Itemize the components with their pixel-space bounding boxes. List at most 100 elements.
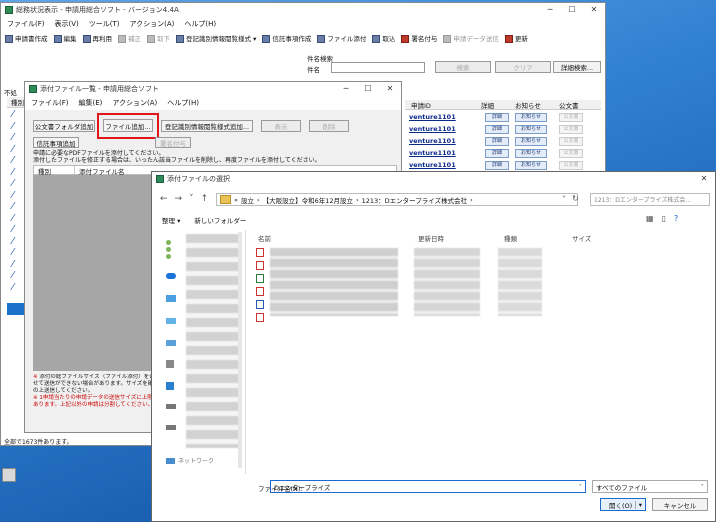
file-add-button[interactable]: ファイル追加... <box>103 119 153 132</box>
clear-button[interactable]: クリア <box>495 61 551 73</box>
toolbar-create-button[interactable]: 申請書作成 <box>5 33 48 43</box>
documents-icon <box>166 360 174 368</box>
doc-button[interactable]: 公文書 <box>559 125 583 134</box>
filetype-select[interactable]: すべてのファイル ˅ <box>592 480 708 493</box>
menu-action[interactable]: アクション(A) <box>130 19 175 29</box>
help-icon[interactable]: ? <box>674 214 678 223</box>
forward-arrow-icon[interactable]: → <box>175 194 183 204</box>
menu-help[interactable]: ヘルプ(H) <box>184 19 216 29</box>
table-row[interactable]: venture1101 詳細 お知らせ 公文書 <box>405 147 601 159</box>
path-segment-1[interactable]: 設立 <box>241 195 254 205</box>
detail-button[interactable]: 詳細 <box>485 149 509 158</box>
attach-menu-action[interactable]: アクション(A) <box>112 98 157 108</box>
toolbar-trust-button[interactable]: 信託事項作成 <box>262 33 311 43</box>
table-row[interactable]: venture1101 詳細 お知らせ 公文書 <box>405 135 601 147</box>
toolbar-edit-button[interactable]: 編集 <box>53 33 77 43</box>
path-segment-3[interactable]: 1213：Dエンタープライズ株式会社 <box>362 195 467 205</box>
detail-button[interactable]: 詳細 <box>485 113 509 122</box>
doc-button[interactable]: 公文書 <box>559 113 583 122</box>
column-modified[interactable]: 更新日時 <box>418 233 504 243</box>
subject-input[interactable] <box>331 62 425 73</box>
view-grid-icon[interactable]: ▦ <box>646 214 654 223</box>
app-id-link[interactable]: venture1101 <box>405 113 485 121</box>
search-box[interactable]: 1213：Dエンタープライズ株式会... <box>590 193 710 206</box>
refresh-icon[interactable]: ↻ <box>572 194 579 203</box>
sign-button[interactable]: 署名付与 <box>155 137 191 148</box>
file-dates-blurred <box>414 248 480 316</box>
path-segment-2[interactable]: 【大阪設立】令和6年12月設立 <box>263 195 353 205</box>
notice-button[interactable]: お知らせ <box>515 149 547 158</box>
trust-add-button[interactable]: 信託事項追加 <box>33 137 79 148</box>
add-pubdoc-folder-button[interactable]: 公文書フォルダ追加 <box>33 120 95 132</box>
app-id-link[interactable]: venture1101 <box>405 149 485 157</box>
toolbar-register-button[interactable]: 登記識別情報閲覧様式 ▾ <box>176 33 256 43</box>
table-row[interactable]: venture1101 詳細 お知らせ 公文書 <box>405 159 601 171</box>
toolbar-import-button[interactable]: 取込 <box>372 33 395 43</box>
menu-tools[interactable]: ツール(T) <box>89 19 120 29</box>
desktop-shortcut-icon[interactable] <box>2 468 16 482</box>
maximize-icon[interactable]: ☐ <box>561 3 583 17</box>
register-info-add-button[interactable]: 登記識別情報閲覧様式追加... <box>161 120 253 132</box>
dialog-close-icon[interactable]: ✕ <box>693 172 715 186</box>
detail-button[interactable]: 詳細 <box>485 137 509 146</box>
detail-button[interactable]: 詳細 <box>485 125 509 134</box>
column-size[interactable]: サイズ <box>572 233 591 243</box>
app-id-link[interactable]: venture1101 <box>405 137 485 145</box>
up-arrow-icon[interactable]: ↑ <box>201 194 209 204</box>
back-arrow-icon[interactable]: ← <box>160 194 168 204</box>
nav-scrollbar[interactable] <box>238 232 242 468</box>
notice-button[interactable]: お知らせ <box>515 125 547 134</box>
attach-menu-help[interactable]: ヘルプ(H) <box>167 98 199 108</box>
doc-button[interactable]: 公文書 <box>559 149 583 158</box>
delete-button[interactable]: 削除 <box>309 120 349 132</box>
menu-file[interactable]: ファイル(F) <box>7 19 45 29</box>
recent-chevron-icon[interactable]: ˅ <box>189 194 194 204</box>
app-id-link[interactable]: venture1101 <box>405 125 485 133</box>
preview-pane-icon[interactable]: ▯ <box>662 214 666 223</box>
doc-button[interactable]: 公文書 <box>559 137 583 146</box>
attach-menu-edit[interactable]: 編集(E) <box>79 98 103 108</box>
address-dropdown-icon[interactable]: ˅ <box>562 195 566 204</box>
table-row[interactable]: venture1101 詳細 お知らせ 公文書 <box>405 123 601 135</box>
attach-menu-file[interactable]: ファイル(F) <box>31 98 69 108</box>
attach-window-titlebar[interactable]: 添付ファイル一覧 - 申請用総合ソフト ─ ☐ ✕ <box>25 82 401 96</box>
doc-button[interactable]: 公文書 <box>559 161 583 170</box>
column-name[interactable]: 名前 <box>254 233 418 243</box>
attach-maximize-icon[interactable]: ☐ <box>357 82 379 96</box>
toolbar-amend-button[interactable]: 補正 <box>118 33 141 43</box>
network-item[interactable]: ネットワーク <box>166 456 214 465</box>
detail-button[interactable]: 詳細 <box>485 161 509 170</box>
attach-close-icon[interactable]: ✕ <box>379 82 401 96</box>
main-window-titlebar[interactable]: 総務状況表示 - 申請用総合ソフト - バージョン4.4A ─ ☐ ✕ <box>1 3 605 17</box>
toolbar-send-button[interactable]: 申請データ送信 <box>443 33 499 43</box>
menu-view[interactable]: 表示(V) <box>55 19 79 29</box>
notice-button[interactable]: お知らせ <box>515 161 547 170</box>
detail-search-button[interactable]: 詳細検索... <box>553 61 601 73</box>
attach-minimize-icon[interactable]: ─ <box>335 82 357 96</box>
toolbar-reuse-button[interactable]: 再利用 <box>82 33 112 43</box>
attach-notice: 申請に必要なPDFファイルを添付してください。 添付したファイルを修正する場合は… <box>33 150 353 164</box>
file-dialog-titlebar[interactable]: 添付ファイルの選択 ✕ <box>152 172 715 186</box>
organize-button[interactable]: 整理 ▾ <box>162 215 180 225</box>
toolbar-attach-button[interactable]: ファイル添付 <box>317 33 366 43</box>
filename-input[interactable]: Dエンタープライズ ˅ <box>270 480 586 493</box>
notice-button[interactable]: お知らせ <box>515 113 547 122</box>
table-row[interactable]: venture1101 詳細 お知らせ 公文書 <box>405 111 601 123</box>
search-button[interactable]: 検索 <box>435 61 491 73</box>
minimize-icon[interactable]: ─ <box>539 3 561 17</box>
notice-button[interactable]: お知らせ <box>515 137 547 146</box>
cancel-button[interactable]: キャンセル <box>652 498 708 511</box>
toolbar-refresh-button[interactable]: 更新 <box>504 33 528 43</box>
toolbar-withdraw-button[interactable]: 取下 <box>147 33 170 43</box>
app-id-link[interactable]: venture1101 <box>405 161 485 169</box>
open-button[interactable]: 開く(O) ▾ <box>600 498 646 511</box>
filename-dropdown-icon[interactable]: ˅ <box>579 483 585 491</box>
close-icon[interactable]: ✕ <box>583 3 605 17</box>
file-names-blurred <box>270 248 398 316</box>
address-bar[interactable]: « 設立 › 【大阪設立】令和6年12月設立 › 1213：Dエンタープライズ株式会… <box>216 193 578 206</box>
open-dropdown-icon[interactable]: ▾ <box>634 500 645 509</box>
new-folder-button[interactable]: 新しいフォルダー <box>194 215 246 225</box>
column-type[interactable]: 種類 <box>504 233 572 243</box>
show-button[interactable]: 表示 <box>261 120 301 132</box>
toolbar-sign-button[interactable]: 署名付与 <box>401 33 437 43</box>
